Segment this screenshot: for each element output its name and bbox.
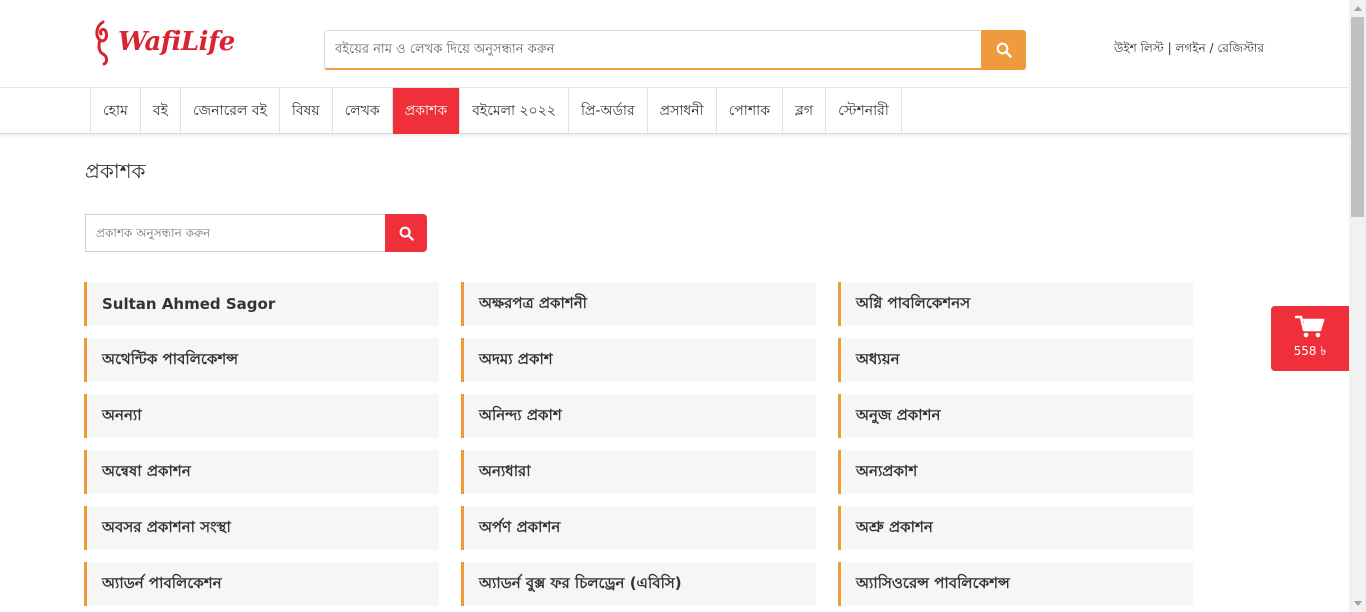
publisher-search: [85, 214, 427, 252]
publisher-item[interactable]: অর্পণ প্রকাশন: [461, 506, 816, 550]
page-scrollbar[interactable]: [1349, 0, 1366, 612]
nav-item-cosmetics[interactable]: প্রসাধনী: [648, 88, 717, 134]
publisher-item[interactable]: অগ্নি পাবলিকেশনস: [838, 282, 1193, 326]
account-links: উইশ লিস্ট | লগইন / রেজিস্টার: [1114, 40, 1264, 60]
publisher-item[interactable]: অক্ষরপত্র প্রকাশনী: [461, 282, 816, 326]
publisher-item[interactable]: অন্বেষা প্রকাশন: [84, 450, 439, 494]
publisher-item[interactable]: অনিন্দ্য প্রকাশ: [461, 394, 816, 438]
nav-item-blog[interactable]: ব্লগ: [783, 88, 827, 134]
login-link[interactable]: লগইন: [1175, 41, 1205, 55]
nav-item-book-fair[interactable]: বইমেলা ২০২২: [460, 88, 569, 134]
nav-item-stationery[interactable]: স্টেশনারী: [826, 88, 902, 134]
publisher-item[interactable]: অশ্রু প্রকাশন: [838, 506, 1193, 550]
logo-text: WafiLife: [118, 27, 235, 57]
publisher-item[interactable]: অবসর প্রকাশনা সংস্থা: [84, 506, 439, 550]
nav-item-subjects[interactable]: বিষয়: [280, 88, 333, 134]
site-search-button[interactable]: [981, 30, 1026, 70]
cart-total: 558 ৳: [1293, 343, 1327, 358]
site-search-input[interactable]: [324, 30, 982, 70]
main-nav: হোম বই জেনারেল বই বিষয় লেখক প্রকাশক বইম…: [0, 88, 1349, 134]
search-icon: [399, 226, 414, 241]
cart-icon: [1295, 315, 1325, 337]
publisher-search-button[interactable]: [385, 214, 427, 252]
publisher-item[interactable]: অ্যাডর্ন বুক্স ফর চিলড্রেন (এবিসি): [461, 562, 816, 606]
search-icon: [996, 42, 1012, 58]
publisher-item[interactable]: অ্যাসিওরেন্স পাবলিকেশন্স: [838, 562, 1193, 606]
nav-item-authors[interactable]: লেখক: [333, 88, 393, 134]
site-logo[interactable]: WafiLife: [90, 16, 235, 68]
publisher-item[interactable]: অথেন্টিক পাবলিকেশন্স: [84, 338, 439, 382]
scrollbar-thumb[interactable]: [1351, 17, 1364, 217]
publisher-item[interactable]: Sultan Ahmed Sagor: [84, 282, 439, 326]
publisher-item[interactable]: অনন্যা: [84, 394, 439, 438]
scroll-down-arrow-icon[interactable]: [1349, 595, 1366, 612]
nav-item-clothing[interactable]: পোশাক: [717, 88, 784, 134]
publisher-list: Sultan Ahmed Sagor অক্ষরপত্র প্রকাশনী অগ…: [84, 282, 1194, 606]
publisher-item[interactable]: অনুজ প্রকাশন: [838, 394, 1193, 438]
publisher-item[interactable]: অদম্য প্রকাশ: [461, 338, 816, 382]
publisher-item[interactable]: অধ্যয়ন: [838, 338, 1193, 382]
register-link[interactable]: রেজিস্টার: [1217, 41, 1264, 55]
publisher-search-input[interactable]: [85, 214, 385, 252]
nav-item-general-books[interactable]: জেনারেল বই: [181, 88, 280, 134]
wishlist-link[interactable]: উইশ লিস্ট: [1114, 41, 1164, 55]
publisher-item[interactable]: অন্যধারা: [461, 450, 816, 494]
floating-cart-button[interactable]: 558 ৳: [1271, 306, 1349, 371]
scroll-up-arrow-icon[interactable]: [1349, 0, 1366, 17]
nav-item-books[interactable]: বই: [141, 88, 181, 134]
site-search: [324, 30, 1026, 70]
logo-mark-icon: [95, 20, 108, 66]
nav-item-pre-order[interactable]: প্রি-অর্ডার: [569, 88, 648, 134]
publisher-item[interactable]: অন্যপ্রকাশ: [838, 450, 1193, 494]
publisher-item[interactable]: অ্যাডর্ন পাবলিকেশন: [84, 562, 439, 606]
site-header: WafiLife উইশ লিস্ট | লগইন / রেজিস্টার: [0, 0, 1349, 88]
page-title: প্রকাশক: [85, 159, 146, 183]
nav-item-home[interactable]: হোম: [91, 88, 141, 134]
nav-item-publishers[interactable]: প্রকাশক: [392, 88, 461, 134]
